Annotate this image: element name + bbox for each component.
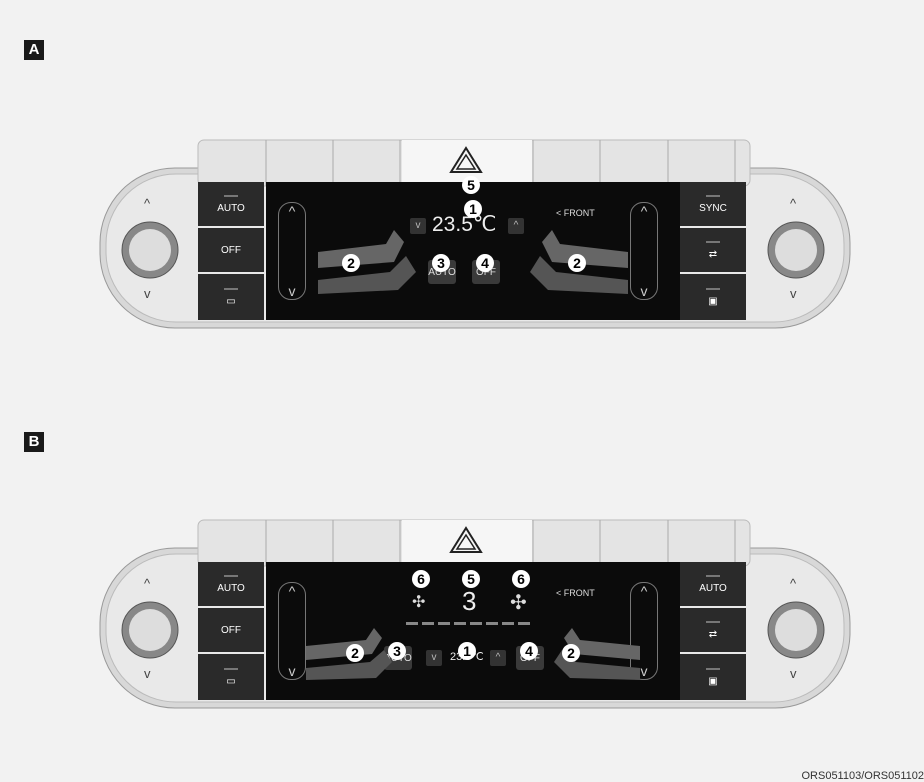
auto-label: AUTO — [217, 202, 245, 214]
right-knob-down-icon[interactable]: v — [790, 286, 797, 301]
right-knob-up-icon[interactable]: ^ — [790, 196, 796, 211]
defrost-front-button[interactable]: ▭ — [198, 274, 264, 320]
callout-auto: 3 — [432, 254, 450, 272]
callout-auto: 3 — [388, 642, 406, 660]
callout-seat-left: 2 — [342, 254, 360, 272]
recirculation-button[interactable]: ⇄ — [680, 228, 746, 272]
recirculation-icon: ⇄ — [708, 628, 718, 640]
callout-seat-right: 2 — [568, 254, 586, 272]
display-screen-b: ^v ^v < FRONT ✣ 3 ✣ AUTO v 23.5℃ ^ OFF 6… — [266, 562, 680, 700]
climate-panel-a: ^ v ^ v AUTO OFF ▭ SYNC ⇄ ▣ ^ v ^ v < FRON… — [98, 138, 853, 329]
auto-label: AUTO — [217, 582, 245, 594]
callout-temperature: 1 — [464, 200, 482, 218]
left-knob-down-icon[interactable]: v — [144, 286, 151, 301]
defrost-front-icon: ▭ — [226, 675, 236, 687]
callout-fan-right: 6 — [512, 570, 530, 588]
callout-fan-level: 5 — [462, 570, 480, 588]
defrost-rear-icon: ▣ — [708, 675, 718, 687]
right-knob-up-icon[interactable]: ^ — [790, 576, 796, 591]
recirculation-icon: ⇄ — [708, 248, 718, 260]
auto-button-right[interactable]: AUTO — [680, 562, 746, 606]
auto-button-left[interactable]: AUTO — [198, 562, 264, 606]
defrost-front-button[interactable]: ▭ — [198, 654, 264, 700]
off-label: OFF — [221, 624, 241, 636]
sync-button[interactable]: SYNC — [680, 182, 746, 226]
off-label: OFF — [221, 244, 241, 256]
left-knob-up-icon[interactable]: ^ — [144, 576, 150, 591]
defrost-front-icon: ▭ — [226, 295, 236, 307]
right-knob-down-icon[interactable]: v — [790, 666, 797, 681]
callout-temperature: 1 — [458, 642, 476, 660]
callout-hazard: 5 — [462, 176, 480, 194]
figure-code: ORS051103/ORS051102 — [801, 770, 924, 782]
recirculation-button[interactable]: ⇄ — [680, 608, 746, 652]
auto-right-label: AUTO — [699, 582, 727, 594]
callout-fan-left: 6 — [412, 570, 430, 588]
callout-off: 4 — [476, 254, 494, 272]
callout-off: 4 — [520, 642, 538, 660]
defrost-rear-button[interactable]: ▣ — [680, 274, 746, 320]
callout-seat-left: 2 — [346, 644, 364, 662]
left-knob-up-icon[interactable]: ^ — [144, 196, 150, 211]
off-button-left[interactable]: OFF — [198, 228, 264, 272]
callout-seat-right: 2 — [562, 644, 580, 662]
display-screen-a: ^ v ^ v < FRONT v 23.5℃ ^ AUTO OFF 1 2 2 3… — [266, 182, 680, 320]
section-label-b: B — [24, 432, 44, 452]
auto-button-left[interactable]: AUTO — [198, 182, 264, 226]
section-label-a: A — [24, 40, 44, 60]
defrost-rear-button[interactable]: ▣ — [680, 654, 746, 700]
defrost-rear-icon: ▣ — [708, 295, 718, 307]
left-knob-down-icon[interactable]: v — [144, 666, 151, 681]
climate-panel-b: ^ v ^ v AUTO OFF ▭ AUTO ⇄ ▣ ^ v ^ v < FRON… — [98, 518, 853, 709]
off-button-left[interactable]: OFF — [198, 608, 264, 652]
sync-label: SYNC — [699, 202, 727, 214]
